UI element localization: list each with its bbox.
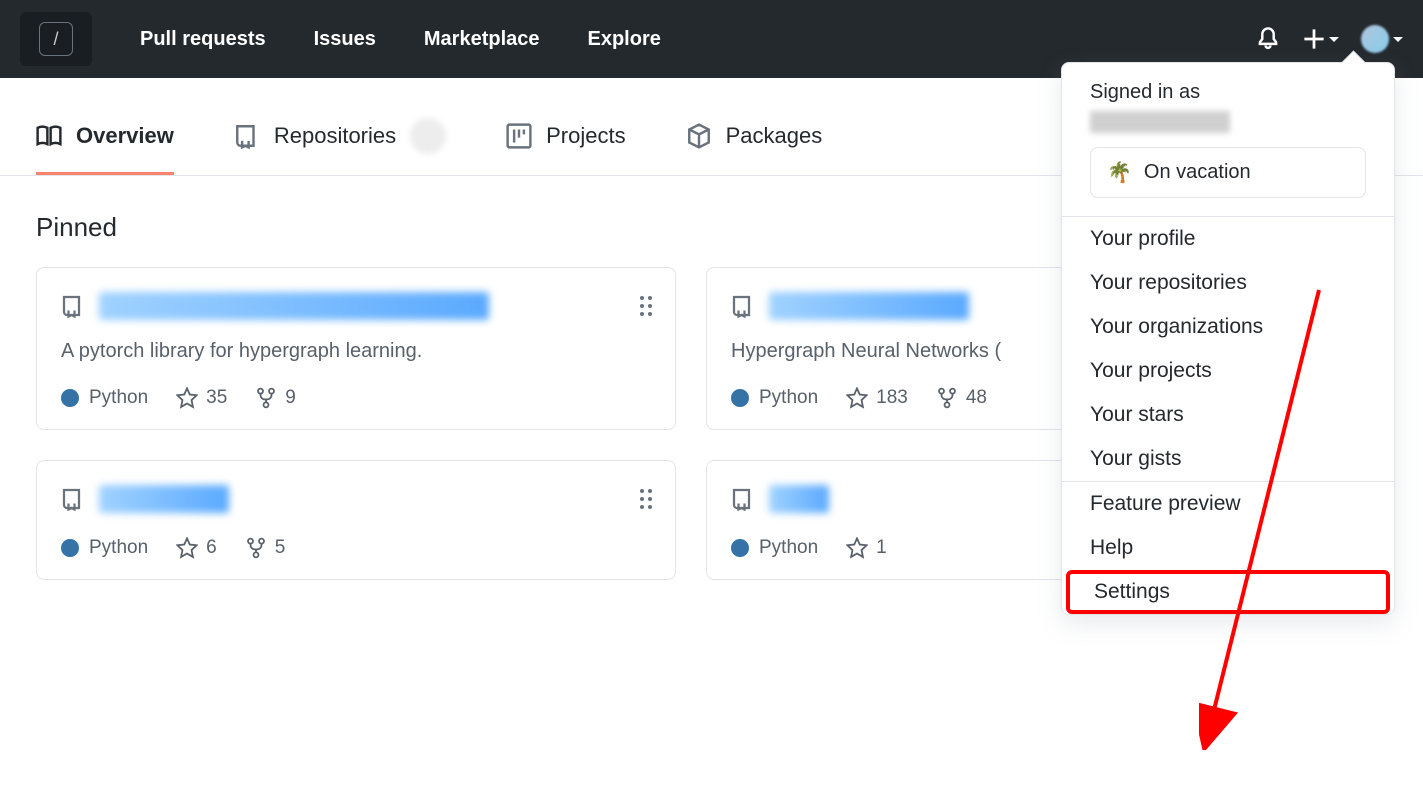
tab-repositories[interactable]: Repositories — [234, 118, 446, 175]
dropdown-group-2: Feature previewHelpSettings — [1062, 482, 1394, 614]
star-count: 35 — [206, 387, 227, 409]
dropdown-item-settings[interactable]: Settings — [1066, 570, 1390, 614]
repo-language: Python — [731, 537, 818, 559]
stargazers[interactable]: 35 — [176, 387, 227, 409]
language-name: Python — [759, 537, 818, 559]
stargazers[interactable]: 183 — [846, 387, 908, 409]
language-name: Python — [89, 537, 148, 559]
repo-description: A pytorch library for hypergraph learnin… — [61, 340, 651, 363]
chevron-down-icon — [1393, 37, 1403, 42]
notifications-icon[interactable] — [1255, 26, 1281, 52]
repo-title-link[interactable] — [769, 485, 829, 513]
header-right — [1255, 25, 1403, 53]
repo-title-link[interactable] — [99, 485, 229, 513]
language-color-dot — [61, 539, 79, 557]
signed-in-label: Signed in as — [1090, 77, 1366, 107]
star-count: 183 — [876, 387, 908, 409]
dropdown-item-your-stars[interactable]: Your stars — [1062, 393, 1394, 437]
tab-label: Overview — [76, 123, 174, 149]
tab-overview[interactable]: Overview — [36, 118, 174, 175]
forks[interactable]: 5 — [245, 537, 286, 559]
repo-icon — [61, 294, 85, 318]
repo-language: Python — [61, 537, 148, 559]
dropdown-item-feature-preview[interactable]: Feature preview — [1062, 482, 1394, 526]
nav-issues[interactable]: Issues — [314, 28, 376, 51]
repo-icon — [731, 487, 755, 511]
star-count: 6 — [206, 537, 217, 559]
repo-icon — [731, 294, 755, 318]
create-new-dropdown[interactable] — [1303, 28, 1339, 50]
language-color-dot — [731, 389, 749, 407]
username-redacted — [1090, 111, 1230, 133]
dropdown-item-your-profile[interactable]: Your profile — [1062, 217, 1394, 261]
avatar — [1361, 25, 1389, 53]
repo-header — [61, 292, 651, 320]
repo-title-link[interactable] — [769, 292, 969, 320]
repo-card: Python 6 5 — [36, 460, 676, 580]
user-menu-button[interactable] — [1361, 25, 1403, 53]
fork-count: 48 — [966, 387, 987, 409]
repo-icon — [234, 123, 260, 149]
repo-language: Python — [731, 387, 818, 409]
slash-char: / — [53, 29, 58, 50]
language-name: Python — [89, 387, 148, 409]
repo-count-badge — [410, 118, 446, 154]
status-text: On vacation — [1144, 161, 1251, 184]
star-count: 1 — [876, 537, 887, 559]
dropdown-item-help[interactable]: Help — [1062, 526, 1394, 570]
drag-handle-icon[interactable] — [639, 296, 653, 316]
nav-explore[interactable]: Explore — [588, 28, 661, 51]
logo-area[interactable]: / — [20, 12, 92, 66]
nav-marketplace[interactable]: Marketplace — [424, 28, 540, 51]
repo-meta: Python 35 9 — [61, 387, 651, 409]
project-icon — [506, 123, 532, 149]
slash-shortcut[interactable]: / — [39, 22, 73, 56]
tab-label: Repositories — [274, 123, 396, 149]
tab-packages[interactable]: Packages — [686, 118, 823, 175]
dropdown-item-your-gists[interactable]: Your gists — [1062, 437, 1394, 481]
stargazers[interactable]: 6 — [176, 537, 217, 559]
repo-icon — [61, 487, 85, 511]
fork-count: 9 — [285, 387, 296, 409]
user-dropdown: Signed in as 🌴 On vacation Your profileY… — [1061, 62, 1395, 615]
palm-tree-icon: 🌴 — [1107, 160, 1132, 185]
language-color-dot — [731, 539, 749, 557]
tab-label: Packages — [726, 123, 823, 149]
tab-label: Projects — [546, 123, 625, 149]
drag-handle-icon[interactable] — [639, 489, 653, 509]
fork-count: 5 — [275, 537, 286, 559]
header-left: / Pull requests Issues Marketplace Explo… — [20, 12, 673, 66]
forks[interactable]: 48 — [936, 387, 987, 409]
repo-language: Python — [61, 387, 148, 409]
nav-pull-requests[interactable]: Pull requests — [140, 28, 266, 51]
package-icon — [686, 123, 712, 149]
dropdown-item-your-projects[interactable]: Your projects — [1062, 349, 1394, 393]
book-icon — [36, 123, 62, 149]
language-name: Python — [759, 387, 818, 409]
forks[interactable]: 9 — [255, 387, 296, 409]
repo-meta: Python 6 5 — [61, 537, 651, 559]
signed-in-section: Signed in as — [1062, 63, 1394, 147]
repo-title-link[interactable] — [99, 292, 489, 320]
chevron-down-icon — [1329, 37, 1339, 42]
dropdown-item-your-organizations[interactable]: Your organizations — [1062, 305, 1394, 349]
dropdown-item-your-repositories[interactable]: Your repositories — [1062, 261, 1394, 305]
language-color-dot — [61, 389, 79, 407]
dropdown-group-1: Your profileYour repositoriesYour organi… — [1062, 217, 1394, 481]
status-chip[interactable]: 🌴 On vacation — [1090, 147, 1366, 198]
repo-card: A pytorch library for hypergraph learnin… — [36, 267, 676, 430]
stargazers[interactable]: 1 — [846, 537, 887, 559]
repo-header — [61, 485, 651, 513]
tab-projects[interactable]: Projects — [506, 118, 625, 175]
